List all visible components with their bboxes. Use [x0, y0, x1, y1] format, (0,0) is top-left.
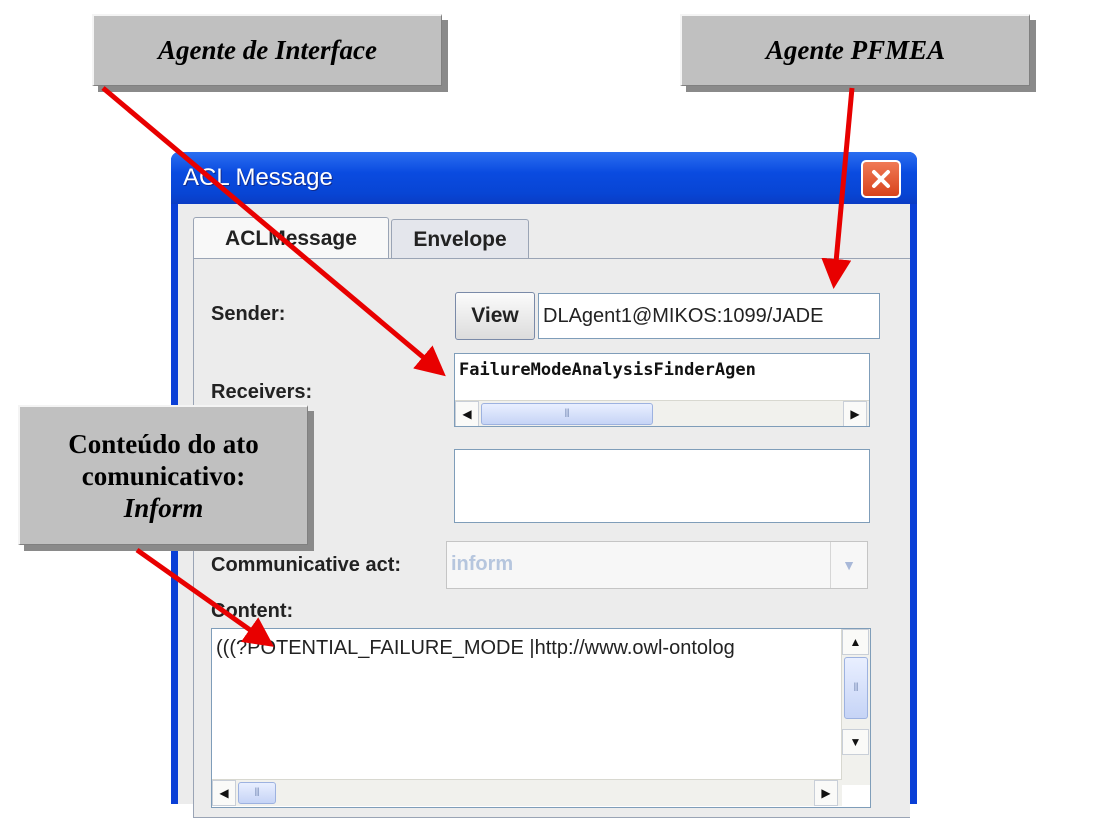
scroll-up-button[interactable]: ▲ — [842, 629, 869, 655]
close-icon — [872, 170, 890, 188]
tab-aclmessage[interactable]: ACLMessage — [193, 217, 389, 259]
tab-envelope-label: Envelope — [413, 227, 507, 251]
callout-content-line3: Inform — [123, 492, 204, 523]
close-button[interactable] — [861, 160, 901, 198]
scroll-left-button[interactable]: ◀ — [455, 401, 479, 426]
scroll-right-button[interactable]: ▶ — [843, 401, 867, 426]
callout-content-line1: Conteúdo do ato — [68, 428, 259, 459]
arrow-up-icon: ▲ — [849, 635, 862, 649]
vertical-scrollbar-thumb[interactable]: ⦀ — [844, 657, 868, 719]
arrow-right-icon: ▶ — [850, 407, 860, 421]
content-scroll-left-button[interactable]: ◀ — [212, 780, 236, 806]
callout-interface-agent: Agente de Interface — [92, 14, 442, 86]
communicative-act-value: inform — [451, 553, 514, 575]
communicative-act-label: Communicative act: — [211, 554, 402, 576]
arrow-right-icon: ▶ — [821, 786, 831, 800]
view-button-label: View — [471, 304, 519, 327]
receivers-label: Receivers: — [211, 381, 313, 403]
callout-content-line2: comunicativo: — [81, 460, 246, 491]
grip-icon: ⦀ — [853, 681, 859, 694]
content-scroll-right-button[interactable]: ▶ — [814, 780, 838, 806]
receiver-item[interactable]: FailureModeAnalysisFinderAgen — [459, 360, 756, 380]
window-title: ACL Message — [183, 164, 333, 191]
content-vertical-scrollbar[interactable]: ▲ ⦀ ▼ — [841, 629, 870, 785]
callout-communicative-act-content: Conteúdo do ato comunicativo: Inform — [18, 405, 308, 545]
view-button[interactable]: View — [455, 292, 535, 340]
scroll-down-button[interactable]: ▼ — [842, 729, 869, 755]
content-text[interactable]: (((?POTENTIAL_FAILURE_MODE |http://www.o… — [216, 637, 735, 660]
receivers-horizontal-scrollbar[interactable]: ◀ ⦀ ▶ — [455, 400, 869, 426]
tab-envelope[interactable]: Envelope — [391, 219, 529, 259]
arrow-left-icon: ◀ — [219, 786, 229, 800]
sender-label: Sender: — [211, 303, 286, 325]
communicative-act-select[interactable]: inform ▼ — [446, 541, 868, 589]
arrow-left-icon: ◀ — [462, 407, 472, 421]
content-horizontal-scrollbar[interactable]: ◀ ⦀ ▶ — [212, 779, 842, 806]
grip-icon: ⦀ — [254, 786, 260, 799]
chevron-down-icon: ▼ — [842, 557, 856, 573]
content-horizontal-thumb[interactable]: ⦀ — [238, 782, 276, 804]
content-textarea[interactable]: (((?POTENTIAL_FAILURE_MODE |http://www.o… — [211, 628, 871, 808]
callout-pfmea-agent: Agente PFMEA — [680, 14, 1030, 86]
content-label: Content: — [211, 600, 294, 622]
scrollbar-thumb[interactable]: ⦀ — [481, 403, 653, 425]
grip-icon: ⦀ — [564, 407, 570, 420]
receivers-list[interactable]: FailureModeAnalysisFinderAgen ◀ ⦀ ▶ — [454, 353, 870, 427]
callout-pfmea-agent-text: Agente PFMEA — [765, 35, 946, 65]
window-titlebar[interactable]: ACL Message — [171, 152, 917, 204]
sender-field[interactable]: DLAgent1@MIKOS:1099/JADE — [538, 293, 880, 339]
callout-interface-agent-text: Agente de Interface — [158, 35, 377, 65]
arrow-down-icon: ▼ — [849, 735, 862, 749]
combo-dropdown-button[interactable]: ▼ — [830, 542, 867, 588]
reply-to-list[interactable] — [454, 449, 870, 523]
tab-aclmessage-label: ACLMessage — [225, 226, 357, 250]
